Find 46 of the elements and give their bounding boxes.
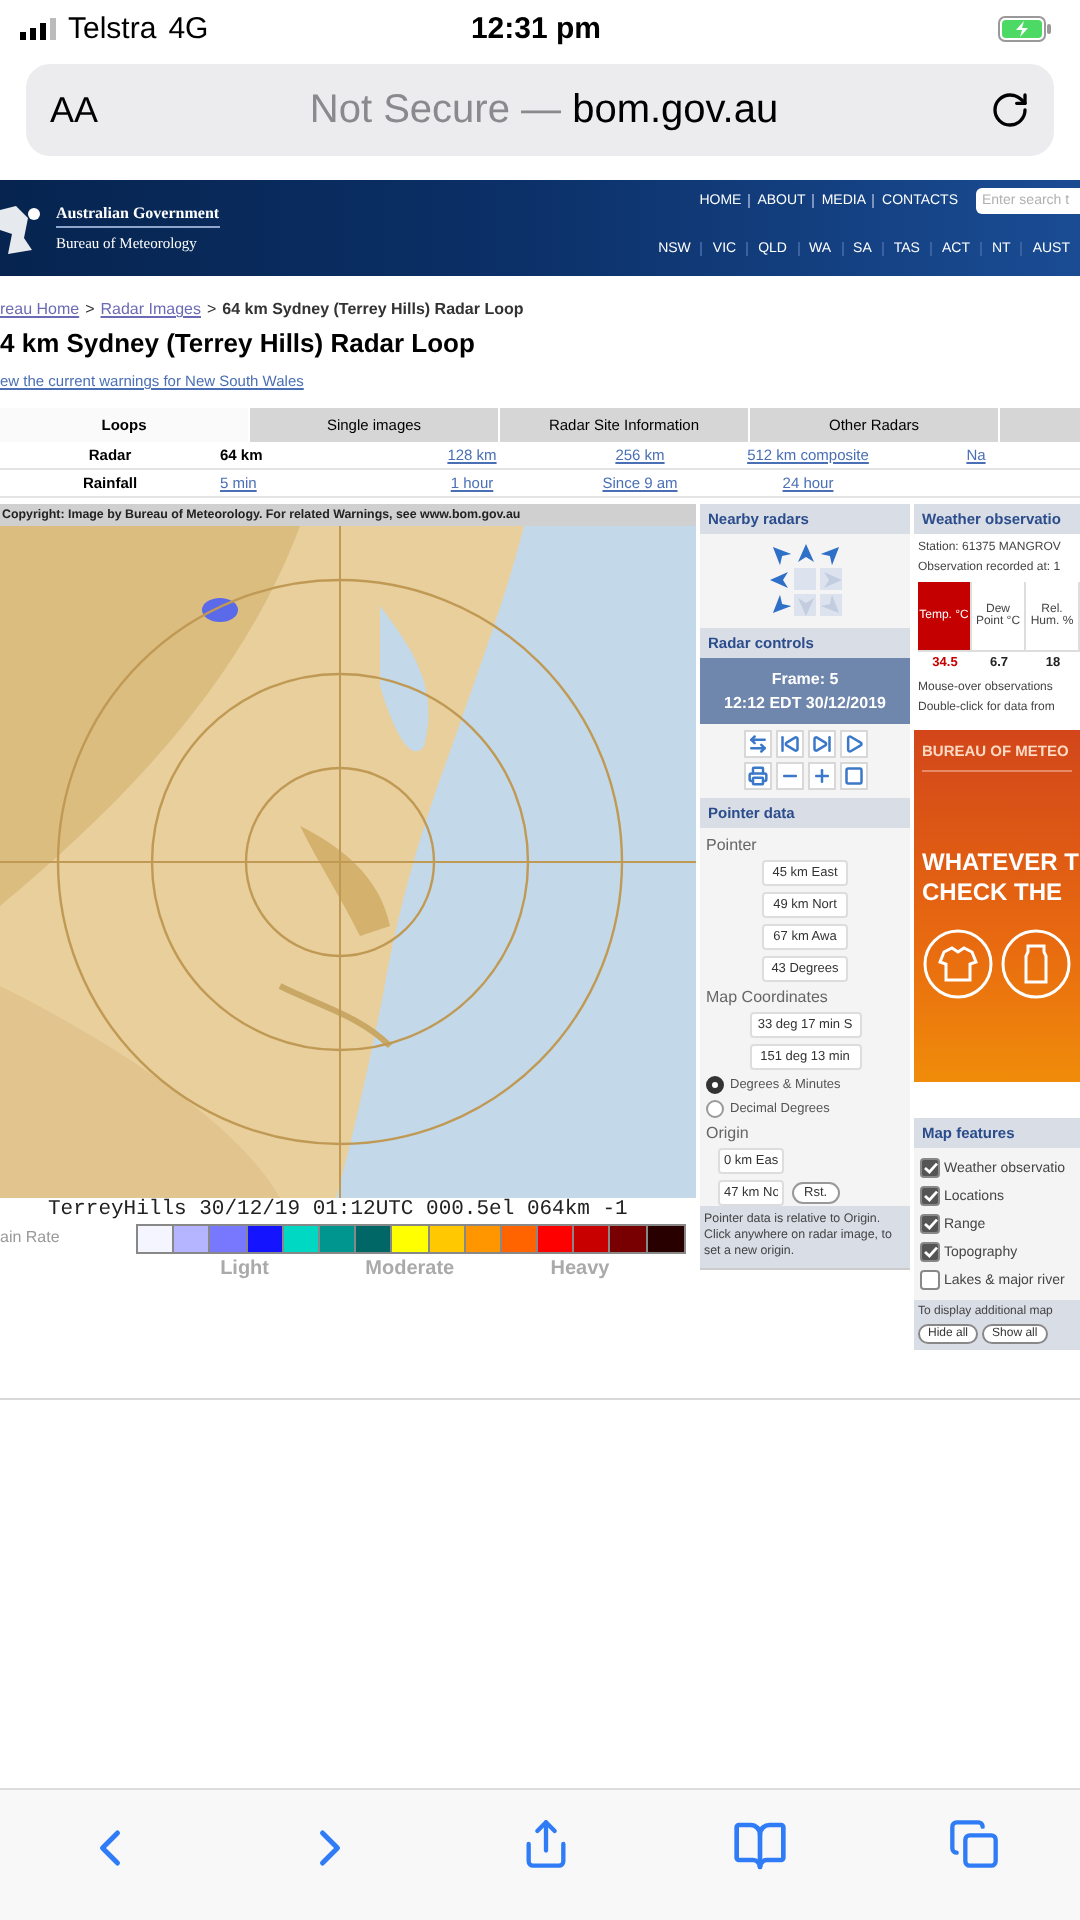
legend-label: ain Rate [0,1228,62,1246]
loop-control-button[interactable] [807,762,835,790]
section-label: Origin [706,1124,751,1142]
address-text: Not Secure — bom.gov.au [307,87,781,133]
swap-arrows-icon [747,734,767,754]
loop-control-button[interactable] [839,762,867,790]
breadcrumb-current: 64 km Sydney (Terrey Hills) Radar Loop [222,300,524,318]
clock-time: 12:31 pm [468,11,604,45]
bookmarks-button[interactable] [732,1818,788,1874]
loop-control-button[interactable] [775,730,803,758]
signal-icon [20,17,56,39]
section-label: Pointer [706,836,759,854]
loop-control-button[interactable] [839,730,867,758]
stop-icon [843,766,863,786]
battery-icon [998,15,1052,41]
tabs-icon [948,1818,1000,1870]
frame-time: 12:12 EDT 30/12/2019 [722,694,888,712]
breadcrumb-separator: > [207,300,217,318]
frame-number: Frame: 5 [769,670,841,688]
skip-forward-icon [811,734,831,754]
reload-icon[interactable] [990,90,1030,130]
organisation-name: Australian Government [56,204,220,228]
legend-level: Heavy [550,1258,610,1280]
plus-icon [811,766,831,786]
loop-control-button[interactable] [807,730,835,758]
loop-control-button[interactable] [775,762,803,790]
carrier-name: Telstra [68,11,157,45]
loop-control-button[interactable] [743,762,771,790]
book-icon [732,1818,788,1874]
network-type: 4G [168,11,209,45]
legend-level: Moderate [365,1258,455,1280]
breadcrumb-link[interactable]: reau Home [0,300,80,318]
legend-level: Light [220,1258,269,1280]
section-label: Map Coordinates [706,988,830,1006]
tabs-button[interactable] [948,1818,1000,1870]
breadcrumb-link[interactable]: Radar Images [100,300,201,318]
bottle-icon [1000,928,1072,1000]
play-icon [843,734,863,754]
shirt-icon [922,928,994,1000]
loop-control-button[interactable] [743,730,771,758]
skip-back-icon [779,734,799,754]
text-size-button[interactable]: AA [50,89,99,131]
page-title: 4 km Sydney (Terrey Hills) Radar Loop [0,328,477,358]
breadcrumb-separator: > [85,300,95,318]
printer-icon [747,766,767,786]
ad-headline: CHECK THE [922,878,1065,908]
